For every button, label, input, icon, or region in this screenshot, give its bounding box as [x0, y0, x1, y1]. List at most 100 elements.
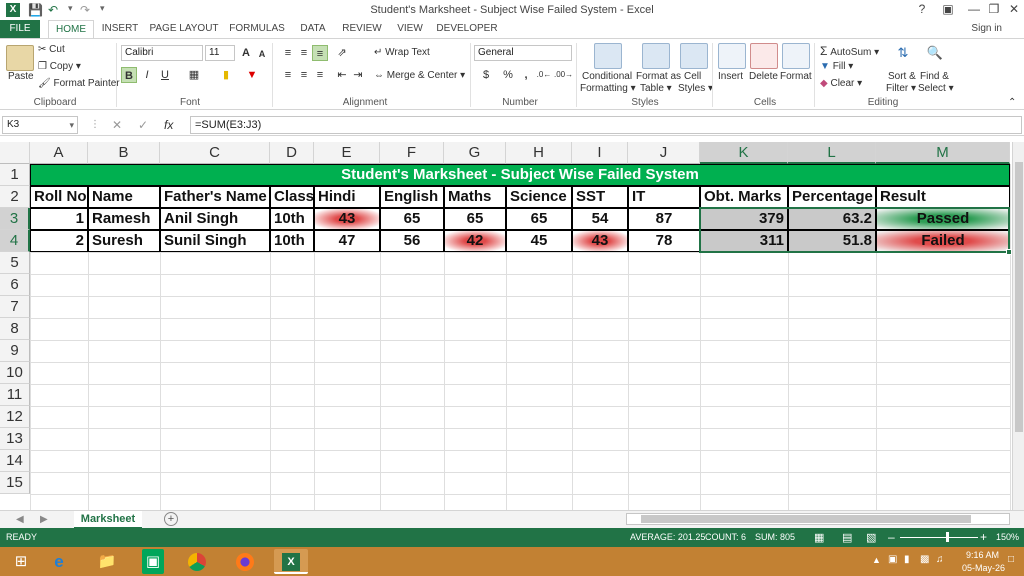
cell-k4[interactable]: 311: [700, 230, 788, 252]
new-sheet-button[interactable]: +: [164, 512, 178, 526]
row-header-2[interactable]: 2: [0, 186, 30, 208]
row-header-15[interactable]: 15: [0, 472, 30, 494]
format-as-table-label2[interactable]: Table ▾: [640, 83, 672, 94]
name-box[interactable]: K3 ▾: [2, 116, 78, 134]
underline-button[interactable]: U: [157, 67, 173, 83]
insert-cells-icon[interactable]: [718, 43, 746, 69]
column-label-b[interactable]: Name: [88, 186, 160, 208]
increase-decimal-icon[interactable]: .0←: [536, 67, 552, 83]
align-left-icon[interactable]: ≡: [280, 67, 296, 83]
cell-i3[interactable]: 54: [572, 208, 628, 230]
clock-time[interactable]: 9:16 AM: [966, 550, 999, 560]
find-select-button[interactable]: Find &: [920, 71, 949, 82]
ribbon-display-icon[interactable]: ▣: [934, 2, 962, 16]
grow-font-button[interactable]: A: [238, 45, 254, 61]
help-button[interactable]: ?: [908, 2, 936, 16]
column-header-e[interactable]: E: [314, 142, 380, 164]
cell-l4[interactable]: 51.8: [788, 230, 876, 252]
column-label-e[interactable]: Hindi: [314, 186, 380, 208]
row-header-6[interactable]: 6: [0, 274, 30, 296]
row-header-11[interactable]: 11: [0, 384, 30, 406]
row-header-13[interactable]: 13: [0, 428, 30, 450]
increase-indent-icon[interactable]: ⇥: [350, 67, 366, 83]
cell-c3[interactable]: Anil Singh: [160, 208, 270, 230]
insert-function-button[interactable]: fx: [164, 118, 173, 132]
find-select-label2[interactable]: Select ▾: [918, 83, 954, 94]
column-header-f[interactable]: F: [380, 142, 444, 164]
zoom-slider[interactable]: [900, 537, 978, 538]
format-as-table-button[interactable]: Format as: [636, 71, 681, 82]
column-header-a[interactable]: A: [30, 142, 88, 164]
column-label-g[interactable]: Maths: [444, 186, 506, 208]
tab-formulas[interactable]: FORMULAS: [226, 20, 288, 38]
cell-styles-icon[interactable]: [680, 43, 708, 69]
internet-explorer-icon[interactable]: e: [42, 549, 76, 574]
column-header-i[interactable]: I: [572, 142, 628, 164]
cell-b3[interactable]: Ramesh: [88, 208, 160, 230]
cell-g3[interactable]: 65: [444, 208, 506, 230]
tab-view[interactable]: VIEW: [392, 20, 428, 38]
row-header-4[interactable]: 4: [0, 230, 30, 252]
font-color-icon[interactable]: ▼: [244, 67, 260, 83]
decrease-indent-icon[interactable]: ⇤: [334, 67, 350, 83]
cancel-icon[interactable]: ✕: [112, 118, 122, 132]
percent-button[interactable]: %: [500, 67, 516, 83]
sign-in-link[interactable]: Sign in: [971, 23, 1002, 34]
column-header-h[interactable]: H: [506, 142, 572, 164]
zoom-in-icon[interactable]: +: [980, 530, 987, 544]
cell-h4[interactable]: 45: [506, 230, 572, 252]
column-header-d[interactable]: D: [270, 142, 314, 164]
column-label-h[interactable]: Science: [506, 186, 572, 208]
page-break-view-icon[interactable]: ▧: [866, 531, 876, 544]
cell-a4[interactable]: 2: [30, 230, 88, 252]
page-layout-view-icon[interactable]: ▤: [842, 531, 852, 544]
row-header-10[interactable]: 10: [0, 362, 30, 384]
cell-j4[interactable]: 78: [628, 230, 700, 252]
row-header-5[interactable]: 5: [0, 252, 30, 274]
currency-button[interactable]: $: [478, 67, 494, 83]
worksheet-grid[interactable]: A B C D E F G H I J K L M 1 2 3 4 5 6 7 8 9 10 11 12 13 14 15 Studen…: [0, 142, 1012, 510]
sort-filter-label2[interactable]: Filter ▾: [886, 83, 916, 94]
align-center-icon[interactable]: ≡: [296, 67, 312, 83]
collapse-ribbon-icon[interactable]: ⌃: [1008, 97, 1016, 108]
bold-button[interactable]: B: [121, 67, 137, 83]
paste-button[interactable]: Paste: [8, 71, 34, 82]
store-icon[interactable]: ▣: [142, 549, 164, 574]
column-label-m[interactable]: Result: [876, 186, 1010, 208]
column-header-b[interactable]: B: [88, 142, 160, 164]
tab-file[interactable]: FILE: [0, 20, 40, 38]
battery-icon[interactable]: ▮: [904, 554, 910, 565]
cell-i4[interactable]: 43: [572, 230, 628, 252]
firefox-icon[interactable]: [228, 549, 262, 574]
paste-icon[interactable]: [6, 45, 34, 71]
excel-taskbar-icon[interactable]: X: [274, 549, 308, 574]
horizontal-scroll-thumb[interactable]: [641, 515, 971, 523]
zoom-slider-thumb[interactable]: [946, 532, 949, 542]
column-header-c[interactable]: C: [160, 142, 270, 164]
cell-k3[interactable]: 379: [700, 208, 788, 230]
conditional-formatting-button[interactable]: Conditional: [582, 71, 632, 82]
tab-developer[interactable]: DEVELOPER: [434, 20, 500, 38]
conditional-formatting-label2[interactable]: Formatting ▾: [580, 83, 636, 94]
column-label-a[interactable]: Roll No: [30, 186, 88, 208]
cell-styles-label2[interactable]: Styles ▾: [678, 83, 713, 94]
zoom-level[interactable]: 150%: [996, 532, 1019, 542]
borders-icon[interactable]: ▦: [186, 67, 202, 83]
sheet-title[interactable]: Student's Marksheet - Subject Wise Faile…: [30, 164, 1010, 186]
row-header-7[interactable]: 7: [0, 296, 30, 318]
cell-a3[interactable]: 1: [30, 208, 88, 230]
cell-e4[interactable]: 47: [314, 230, 380, 252]
column-header-m[interactable]: M: [876, 142, 1010, 164]
italic-button[interactable]: I: [139, 67, 155, 83]
wrap-text-button[interactable]: ↵ Wrap Text: [374, 47, 430, 58]
cell-h3[interactable]: 65: [506, 208, 572, 230]
column-label-i[interactable]: SST: [572, 186, 628, 208]
conditional-formatting-icon[interactable]: [594, 43, 622, 69]
prev-sheet-icon[interactable]: ◀: [16, 514, 24, 525]
file-explorer-icon[interactable]: 📁: [90, 549, 124, 574]
align-middle-icon[interactable]: ≡: [296, 45, 312, 61]
column-label-d[interactable]: Class: [270, 186, 314, 208]
fill-color-icon[interactable]: ▮: [218, 67, 234, 83]
clear-button[interactable]: ◆ Clear ▾: [820, 78, 862, 89]
cell-d3[interactable]: 10th: [270, 208, 314, 230]
